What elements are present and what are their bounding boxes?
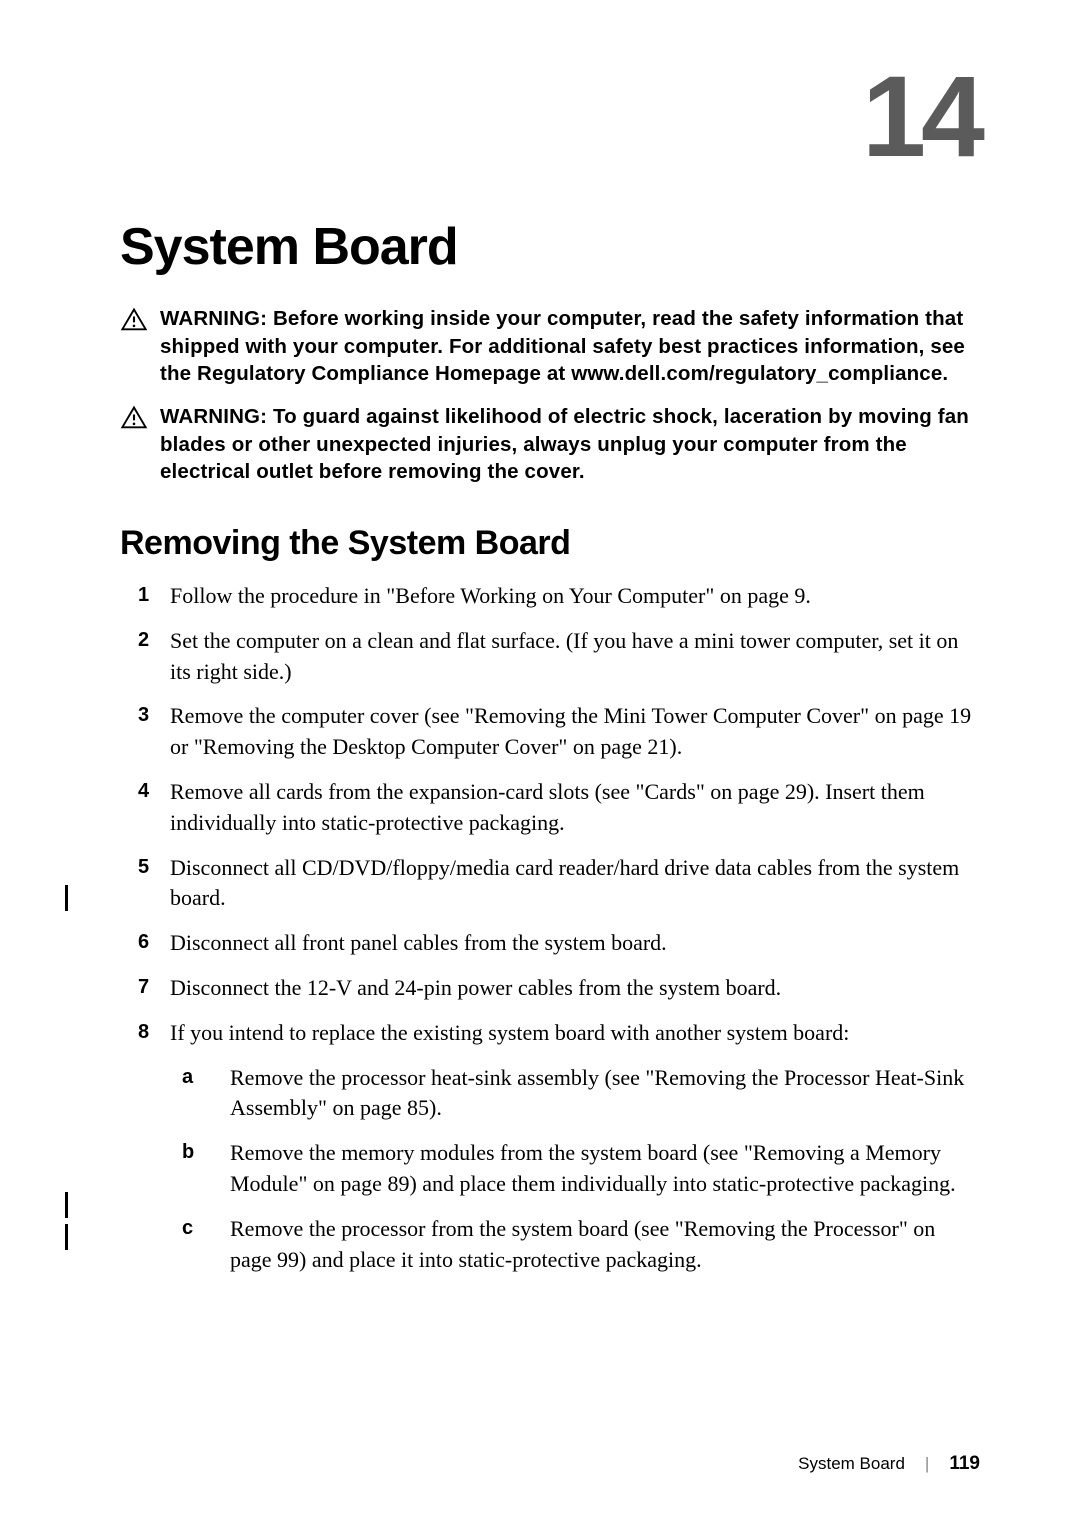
sub-step-text: Remove the processor from the system boa… [230, 1216, 935, 1272]
change-bar [65, 1224, 68, 1250]
sub-step-item: a Remove the processor heat-sink assembl… [170, 1063, 980, 1125]
page-footer: System Board | 119 [798, 1453, 980, 1475]
warning-label: WARNING: [160, 307, 273, 330]
chapter-number: 14 [120, 60, 980, 175]
sub-step-text: Remove the memory modules from the syste… [230, 1140, 956, 1196]
step-item: If you intend to replace the existing sy… [120, 1018, 980, 1276]
step-item: Follow the procedure in "Before Working … [120, 581, 980, 612]
section-title: Removing the System Board [120, 524, 980, 563]
step-item: Disconnect the 12-V and 24-pin power cab… [120, 973, 980, 1004]
warning-body: To guard against likelihood of electric … [160, 405, 969, 483]
sub-step-text: Remove the processor heat-sink assembly … [230, 1065, 964, 1121]
footer-separator: | [925, 1454, 929, 1474]
warning-icon [120, 404, 148, 432]
warning-body: Before working inside your computer, rea… [160, 307, 965, 385]
step-text: If you intend to replace the existing sy… [170, 1020, 849, 1045]
warning-block-1: WARNING: Before working inside your comp… [120, 305, 980, 388]
step-item: Set the computer on a clean and flat sur… [120, 626, 980, 688]
sub-steps-list: a Remove the processor heat-sink assembl… [170, 1063, 980, 1276]
footer-section: System Board [798, 1454, 905, 1474]
steps-list: Follow the procedure in "Before Working … [120, 581, 980, 1275]
sub-step-marker: b [182, 1138, 194, 1166]
footer-page-number: 119 [949, 1453, 980, 1475]
warning-block-2: WARNING: To guard against likelihood of … [120, 403, 980, 486]
change-bar [65, 1192, 68, 1218]
step-item: Remove all cards from the expansion-card… [120, 777, 980, 839]
sub-step-marker: a [182, 1063, 193, 1091]
sub-step-marker: c [182, 1214, 193, 1242]
warning-text: WARNING: To guard against likelihood of … [160, 403, 980, 486]
warning-label: WARNING: [160, 405, 273, 428]
change-bar [65, 885, 68, 911]
sub-step-item: c Remove the processor from the system b… [170, 1214, 980, 1276]
chapter-title: System Board [120, 217, 980, 277]
step-item: Disconnect all CD/DVD/floppy/media card … [120, 853, 980, 915]
sub-step-item: b Remove the memory modules from the sys… [170, 1138, 980, 1200]
step-item: Disconnect all front panel cables from t… [120, 928, 980, 959]
warning-icon [120, 306, 148, 334]
step-item: Remove the computer cover (see "Removing… [120, 701, 980, 763]
warning-text: WARNING: Before working inside your comp… [160, 305, 980, 388]
